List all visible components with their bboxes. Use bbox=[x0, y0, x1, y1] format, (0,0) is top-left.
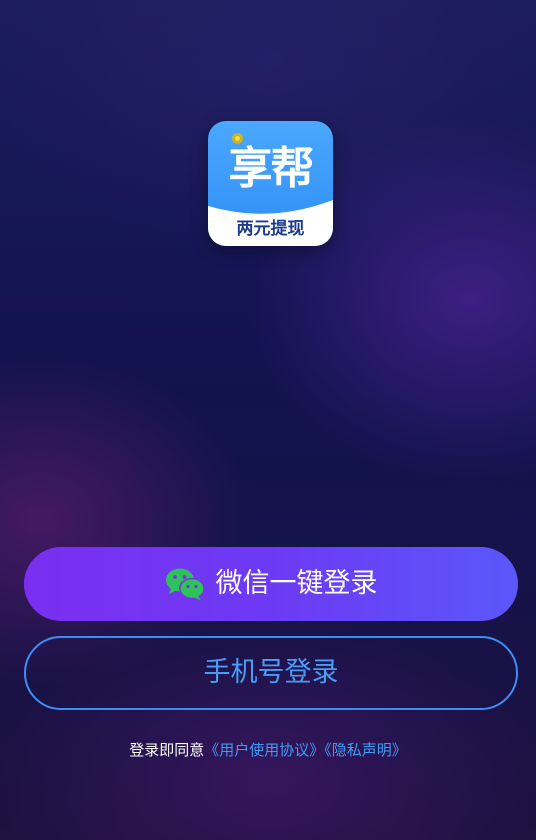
privacy-statement-link[interactable]: 《隐私声明》 bbox=[324, 741, 407, 759]
app-logo-tagline: 两元提现 bbox=[236, 219, 305, 239]
app-logo: 享帮 两元提现 bbox=[208, 121, 333, 246]
user-agreement-link[interactable]: 《用户使用协议》 bbox=[204, 741, 324, 759]
phone-login-button[interactable]: 手机号登录 bbox=[24, 636, 518, 710]
wechat-login-label: 微信一键登录 bbox=[215, 568, 378, 599]
wechat-icon bbox=[165, 568, 205, 601]
app-logo-brand: 享帮 bbox=[228, 143, 315, 194]
login-screen: 享帮 两元提现 微信一键登录 手机号登录 登录即同意《用户使用协议》《隐私声明》 bbox=[0, 0, 536, 840]
agreement-prefix: 登录即同意 bbox=[129, 741, 205, 759]
phone-login-label: 手机号登录 bbox=[203, 657, 339, 688]
wechat-login-button[interactable]: 微信一键登录 bbox=[24, 547, 518, 621]
agreement-notice: 登录即同意《用户使用协议》《隐私声明》 bbox=[0, 739, 536, 761]
